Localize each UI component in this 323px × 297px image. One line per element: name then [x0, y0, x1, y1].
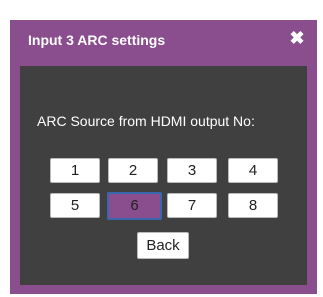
output-1-button[interactable]: 1: [50, 158, 100, 183]
output-5-button[interactable]: 5: [50, 193, 100, 218]
dialog-titlebar: Input 3 ARC settings ✖: [10, 20, 317, 62]
output-4-button[interactable]: 4: [228, 158, 278, 183]
output-3-button[interactable]: 3: [167, 158, 217, 183]
dialog-title: Input 3 ARC settings: [28, 32, 166, 48]
output-8-button[interactable]: 8: [228, 193, 278, 218]
arc-settings-dialog: Input 3 ARC settings ✖ ARC Source from H…: [10, 20, 317, 294]
output-2-button[interactable]: 2: [108, 158, 158, 183]
back-button[interactable]: Back: [137, 232, 189, 259]
close-icon[interactable]: ✖: [287, 26, 307, 50]
arc-source-prompt: ARC Source from HDMI output No:: [37, 113, 255, 129]
output-6-button[interactable]: 6: [107, 192, 162, 220]
output-7-button[interactable]: 7: [167, 193, 217, 218]
dialog-content: ARC Source from HDMI output No: 1 2 3 4 …: [20, 66, 307, 285]
